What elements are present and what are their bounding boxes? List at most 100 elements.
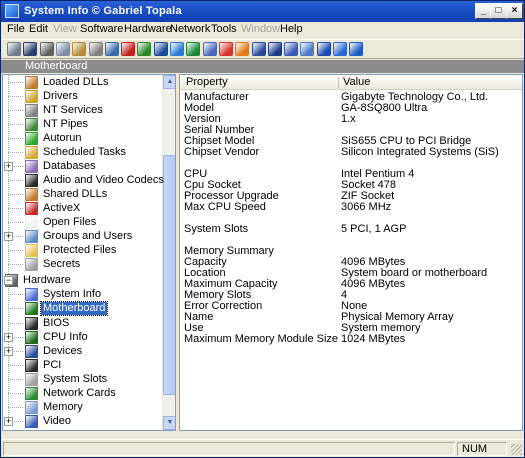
expand-icon[interactable]: + [4, 417, 13, 426]
tree-line [8, 323, 23, 324]
menu-software[interactable]: Software [80, 23, 123, 35]
delete-icon[interactable] [88, 42, 103, 56]
scroll-up-button[interactable]: ▲ [163, 75, 175, 89]
refresh-icon[interactable] [7, 42, 21, 56]
paste-icon[interactable] [72, 42, 87, 56]
copy-icon[interactable] [55, 42, 70, 56]
card-icon[interactable] [316, 42, 331, 56]
expand-icon[interactable]: + [4, 232, 13, 241]
tree-line [8, 407, 23, 408]
maximize-button[interactable]: □ [490, 3, 507, 19]
title-bar[interactable]: System Info © Gabriel Topala _ □ × [1, 1, 524, 22]
flag-red-green-icon[interactable] [121, 42, 136, 56]
tree-view[interactable]: ▲ ▼ Loaded DLLs Drivers NT Services NT Pipe… [2, 74, 176, 431]
tree-line [8, 365, 23, 366]
tree-item-label: PCI [43, 359, 62, 371]
expand-icon[interactable]: + [4, 347, 13, 356]
sync-icon[interactable] [186, 42, 201, 56]
tree-item-label: NT Pipes [43, 118, 89, 130]
orange-box-icon[interactable] [235, 42, 250, 56]
tree-item-label: Video [43, 415, 71, 427]
property-row[interactable]: Max CPU Speed 3066 MHz [180, 202, 522, 213]
memory-icon [25, 401, 38, 414]
shield-icon[interactable] [267, 42, 282, 56]
menu-file[interactable]: File [7, 23, 25, 35]
property-name: Max CPU Speed [184, 201, 266, 213]
save-icon[interactable] [23, 42, 38, 56]
tree-item-label: Scheduled Tasks [43, 146, 126, 158]
tree-item-label: Open Files [43, 216, 97, 228]
tree-item-label: Secrets [43, 258, 81, 270]
tree-scrollbar[interactable]: ▲ ▼ [162, 75, 175, 430]
scroll-thumb[interactable] [163, 155, 175, 395]
panel-icon[interactable] [284, 42, 299, 56]
tree-line [8, 110, 23, 111]
tree-line [8, 96, 23, 97]
property-name: System Slots [184, 223, 249, 235]
tree-line [8, 194, 23, 195]
tree-line [8, 180, 23, 181]
menu-network[interactable]: Network [170, 23, 210, 35]
menu-tools[interactable]: Tools [211, 23, 237, 35]
tree-item-label: Databases [43, 160, 96, 172]
gear-blue-icon[interactable] [251, 42, 266, 56]
tree-line [8, 222, 23, 223]
bios-icon [25, 317, 38, 330]
panel-header: Motherboard [1, 60, 524, 73]
menu-bar: File Edit View Software Hardware Network Tools… [1, 22, 524, 38]
chip-icon[interactable] [137, 42, 152, 56]
property-value: 5 PCI, 1 AGP [341, 223, 407, 235]
column-header-property[interactable]: Property [186, 76, 228, 88]
system-info-icon [25, 288, 38, 301]
secrets-icon [25, 258, 38, 271]
codec-icon [25, 174, 38, 187]
tree-item-label: Protected Files [43, 244, 117, 256]
toolbar [1, 39, 524, 59]
tree-item-label: CPU Info [43, 331, 88, 343]
tasks-icon [25, 146, 38, 159]
help-icon[interactable] [349, 42, 364, 56]
database-icon[interactable] [300, 42, 315, 56]
property-value: 4096 MBytes [341, 278, 406, 290]
network-icon[interactable] [153, 42, 168, 56]
database-icon [25, 160, 38, 173]
tree-item-label: NT Services [43, 104, 103, 116]
tree-line [8, 250, 23, 251]
tree-line [8, 294, 23, 295]
resize-grip[interactable] [511, 444, 522, 455]
menu-help[interactable]: Help [280, 23, 303, 35]
collapse-icon[interactable]: − [4, 276, 13, 285]
property-value: 1.x [341, 113, 356, 125]
property-value: 1024 MBytes [341, 333, 406, 345]
tree-item-label: Devices [43, 345, 83, 357]
target-icon[interactable] [218, 42, 233, 56]
property-name: Maximum Memory Module Size [184, 333, 339, 345]
tree-item-label: Motherboard [39, 301, 109, 316]
menu-hardware[interactable]: Hardware [124, 23, 172, 35]
tree-item-label: Hardware [23, 274, 71, 286]
property-row[interactable]: Maximum Memory Module Size 1024 MBytes [180, 334, 522, 345]
menu-edit[interactable]: Edit [29, 23, 48, 35]
tree-item-label: Drivers [43, 90, 78, 102]
column-separator[interactable] [338, 77, 339, 88]
properties-list[interactable]: Property Value Manufacturer Gigabyte Tech… [179, 74, 523, 431]
document-icon[interactable] [202, 42, 217, 56]
monitor-icon[interactable] [104, 42, 119, 56]
close-button[interactable]: × [506, 3, 523, 19]
column-header-value[interactable]: Value [343, 76, 370, 88]
menu-window: Window [241, 23, 281, 35]
edge-icon[interactable] [333, 42, 347, 56]
cut-icon[interactable] [39, 42, 54, 56]
property-row[interactable]: Chipset Vendor Silicon Integrated Systems… [180, 147, 522, 158]
tree-item-label: Memory [43, 401, 83, 413]
protected-files-icon [25, 244, 38, 257]
scroll-down-button[interactable]: ▼ [163, 416, 175, 430]
expand-icon[interactable]: + [4, 333, 13, 342]
tree-item-label: Loaded DLLs [43, 76, 109, 88]
tree-item-label: Groups and Users [43, 230, 133, 242]
pci-icon [25, 359, 38, 372]
globe-icon[interactable] [170, 42, 184, 56]
expand-icon[interactable]: + [4, 162, 13, 171]
property-row[interactable]: System Slots 5 PCI, 1 AGP [180, 224, 522, 235]
activex-icon [25, 202, 38, 215]
